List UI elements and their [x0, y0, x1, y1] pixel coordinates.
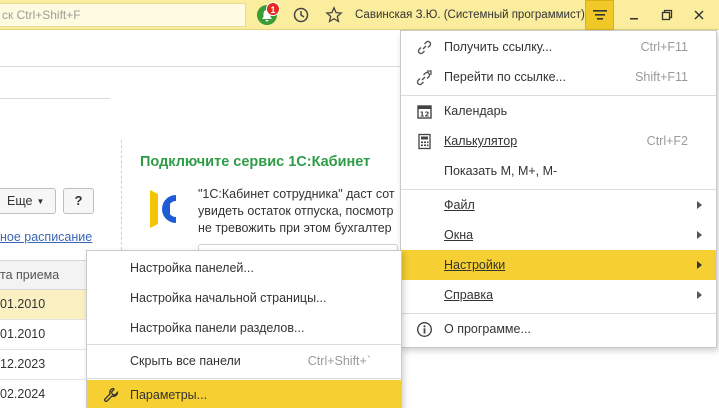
- submenu-item-parameters[interactable]: Параметры...: [87, 380, 401, 408]
- hamburger-menu-icon: [592, 10, 607, 20]
- menu-item-label: Перейти по ссылке...: [444, 70, 566, 84]
- svg-text:12: 12: [420, 111, 430, 119]
- notification-badge: 1: [266, 2, 280, 16]
- menu-item-label: Калькулятор: [444, 134, 518, 148]
- current-user[interactable]: Савинская З.Ю. (Системный программист): [355, 0, 585, 30]
- menu-separator: [87, 344, 401, 345]
- wrench-icon: [104, 387, 119, 402]
- favorites-button[interactable]: [320, 0, 348, 30]
- chevron-right-icon: [697, 261, 702, 269]
- submenu-item-start-page-settings[interactable]: Настройка начальной страницы...: [87, 283, 401, 313]
- calendar-icon: 12: [417, 105, 432, 119]
- goto-link-icon: [416, 70, 432, 86]
- promo-line: увидеть остаток отпуска, посмотр: [198, 204, 394, 218]
- history-button[interactable]: [288, 0, 314, 30]
- chevron-right-icon: [697, 231, 702, 239]
- restore-icon: [661, 9, 673, 21]
- menu-item-shortcut: Shift+F11: [635, 70, 688, 84]
- submenu-item-panels-settings[interactable]: Настройка панелей...: [87, 253, 401, 283]
- menu-item-show-memory[interactable]: Показать M, M+, M-: [401, 156, 716, 186]
- search-input[interactable]: [0, 3, 246, 27]
- submenu-item-sections-panel-settings[interactable]: Настройка панели разделов...: [87, 313, 401, 343]
- help-button[interactable]: ?: [63, 188, 94, 214]
- menu-item-label: Справка: [444, 288, 494, 302]
- menu-item-about[interactable]: О программе...: [401, 314, 716, 344]
- menu-item-label: Файл: [444, 198, 475, 212]
- menu-item-label: О программе...: [444, 322, 531, 336]
- promo-line: не тревожить при этом бухгалтер: [198, 221, 392, 235]
- menu-item-go-to-link[interactable]: Перейти по ссылке... Shift+F11: [401, 62, 716, 92]
- chevron-right-icon: [697, 291, 702, 299]
- menu-item-shortcut: Ctrl+F11: [640, 40, 688, 54]
- notifications-button[interactable]: 1: [253, 0, 281, 30]
- more-button-label: Еще: [7, 194, 33, 208]
- table-row[interactable]: 01.2010: [0, 320, 90, 350]
- section-divider: [0, 98, 110, 99]
- menu-item-shortcut: Ctrl+F2: [646, 134, 688, 148]
- star-icon: [325, 6, 343, 23]
- employees-table: та приема 01.2010 01.2010 12.2023 02.202…: [0, 260, 90, 408]
- promo-title: Подключите сервис 1С:Кабинет: [140, 154, 371, 170]
- menu-item-label: Показать M, M+, M-: [444, 164, 558, 178]
- menu-item-label: Календарь: [444, 104, 508, 118]
- close-button[interactable]: [684, 0, 714, 30]
- settings-submenu: Настройка панелей... Настройка начальной…: [86, 250, 402, 408]
- info-icon: [416, 321, 433, 338]
- submenu-item-hide-all-panels[interactable]: Скрыть все панели Ctrl+Shift+`: [87, 346, 401, 376]
- menu-separator: [87, 378, 401, 379]
- main-menu: Получить ссылку... Ctrl+F11 Перейти по с…: [400, 30, 717, 348]
- toolbar-divider: [0, 66, 400, 67]
- menu-item-label: Скрыть все панели: [130, 354, 241, 368]
- menu-item-windows[interactable]: Окна: [401, 220, 716, 250]
- main-menu-button[interactable]: [585, 0, 614, 30]
- minimize-icon: [630, 18, 638, 20]
- menu-item-shortcut: Ctrl+Shift+`: [307, 354, 371, 368]
- schedule-link[interactable]: ное расписание: [0, 230, 92, 244]
- menu-item-file[interactable]: Файл: [401, 190, 716, 220]
- chevron-right-icon: [697, 201, 702, 209]
- link-icon: [417, 40, 432, 55]
- minimize-button[interactable]: [622, 0, 646, 30]
- more-button[interactable]: Еще ▼: [0, 188, 56, 214]
- 1c-cabinet-logo-icon: [150, 190, 177, 228]
- menu-item-calendar[interactable]: 12 Календарь: [401, 96, 716, 126]
- menu-item-label: Настройка начальной страницы...: [130, 291, 327, 305]
- promo-text: "1С:Кабинет сотрудника" даст сот увидеть…: [198, 186, 395, 237]
- promo-line: "1С:Кабинет сотрудника" даст сот: [198, 187, 395, 201]
- table-row[interactable]: 01.2010: [0, 290, 90, 320]
- table-row[interactable]: 12.2023: [0, 350, 90, 380]
- panel-divider: [121, 140, 122, 250]
- chevron-down-icon: ▼: [36, 197, 45, 206]
- menu-item-label: Окна: [444, 228, 474, 242]
- menu-item-label: Настройки: [444, 258, 506, 272]
- restore-button[interactable]: [654, 0, 680, 30]
- menu-item-help[interactable]: Справка: [401, 280, 716, 310]
- table-row[interactable]: 02.2024: [0, 380, 90, 408]
- menu-item-label: Настройка панелей...: [130, 261, 254, 275]
- calculator-icon: [418, 133, 431, 150]
- menu-item-settings[interactable]: Настройки: [401, 250, 716, 280]
- menu-item-label: Получить ссылку...: [444, 40, 553, 54]
- menu-item-label: Параметры...: [130, 388, 208, 402]
- menu-item-calculator[interactable]: Калькулятор Ctrl+F2: [401, 126, 716, 156]
- menu-item-get-link[interactable]: Получить ссылку... Ctrl+F11: [401, 32, 716, 62]
- history-icon: [293, 7, 309, 23]
- title-bar: 1 Савинская З.Ю. (Системный программист): [0, 0, 719, 30]
- close-icon: [694, 10, 704, 20]
- column-header-hire-date[interactable]: та приема: [0, 260, 90, 290]
- menu-item-label: Настройка панели разделов...: [130, 321, 305, 335]
